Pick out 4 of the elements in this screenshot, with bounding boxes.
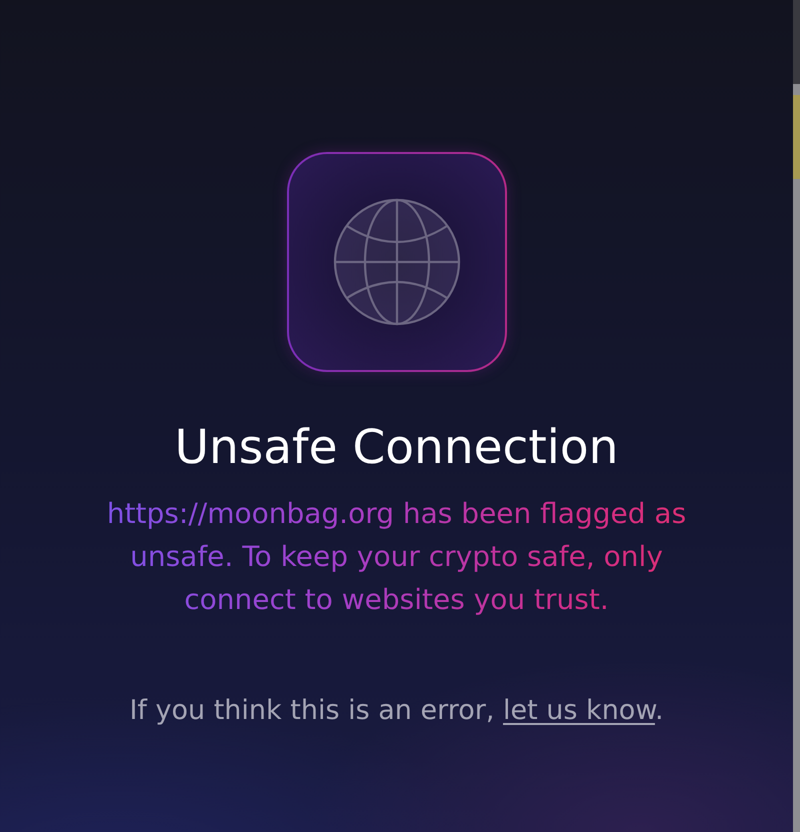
error-report-text: If you think this is an error, let us know. xyxy=(129,694,664,728)
let-us-know-link[interactable]: let us know xyxy=(503,695,655,726)
warning-title: Unsafe Connection xyxy=(174,420,618,476)
globe-icon xyxy=(286,152,506,372)
